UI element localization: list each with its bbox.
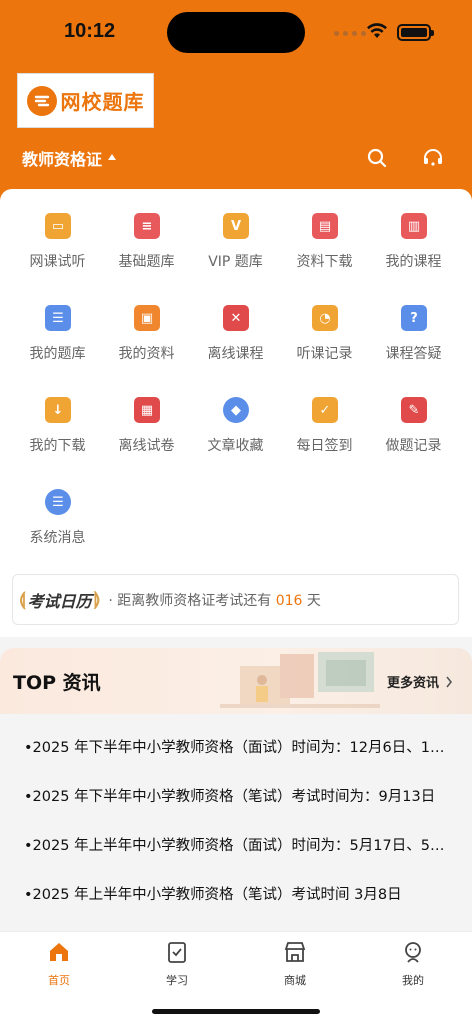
status-time: 10:12 — [64, 20, 116, 42]
menu-item-label: 离线课程 — [207, 346, 264, 362]
menu-item[interactable]: ☰ 我的题库 — [13, 305, 102, 385]
menu-item-label: 我的下载 — [29, 438, 86, 454]
menu-item[interactable]: ▤ 资料下载 — [280, 213, 369, 293]
pencil-record-icon: ✎ — [401, 397, 427, 423]
menu-item-label: 系统消息 — [29, 530, 86, 546]
news-list: •2025 年下半年中小学教师资格（面试）时间为：12月6日、12月7日 •20… — [0, 714, 472, 930]
battery-icon — [397, 24, 434, 41]
home-icon — [50, 943, 68, 961]
list-icon: ☰ — [45, 305, 71, 331]
tab-mine-label: 我的 — [402, 974, 424, 987]
news-title: TOP 资讯 — [13, 672, 101, 694]
menu-item[interactable]: ▣ 我的资料 — [102, 305, 191, 385]
certificate-label: 教师资格证 — [22, 150, 103, 169]
menu-item[interactable]: ◆ 文章收藏 — [191, 397, 280, 477]
menu-item[interactable]: ✕ 离线课程 — [191, 305, 280, 385]
download-icon: ↓ — [45, 397, 71, 423]
menu-item[interactable]: ✓ 每日签到 — [280, 397, 369, 477]
message-icon: ☰ — [45, 489, 71, 515]
calendar-check-icon: ✓ — [312, 397, 338, 423]
shop-icon — [284, 942, 306, 962]
news-illustration — [220, 652, 380, 708]
open-book-icon: ▥ — [401, 213, 427, 239]
dynamic-island — [167, 12, 305, 53]
menu-item-label: 听课记录 — [296, 346, 353, 362]
news-item[interactable]: •2025 年下半年中小学教师资格（笔试）考试时间为：9月13日 — [24, 785, 452, 806]
news-item[interactable]: •2025 年下半年中小学教师资格（面试）时间为：12月6日、12月7日 — [24, 736, 452, 757]
menu-item-label: 离线试卷 — [118, 438, 175, 454]
menu-item-label: 文章收藏 — [207, 438, 264, 454]
exam-calendar-bar[interactable]: ⟬ 考试日历 ⟭ · 距离教师资格证考试还有 016 天 — [12, 574, 459, 625]
wifi-icon — [367, 23, 387, 38]
search-icon[interactable] — [365, 146, 389, 170]
paper-icon: ▦ — [134, 397, 160, 423]
certificate-selector[interactable]: 教师资格证 — [22, 146, 117, 170]
news-item[interactable]: •2025 年上半年中小学教师资格（笔试）考试时间 3月8日 — [24, 883, 452, 904]
menu-item-label: 做题记录 — [385, 438, 442, 454]
menu-item-label: 我的题库 — [29, 346, 86, 362]
tab-shop-label: 商城 — [284, 974, 306, 987]
menu-item[interactable]: ▦ 离线试卷 — [102, 397, 191, 477]
more-news-label: 更多资讯 — [387, 676, 440, 691]
exam-countdown: · 距离教师资格证考试还有 016 天 — [108, 590, 321, 610]
books-icon: ≡ — [134, 213, 160, 239]
news-item[interactable]: •2025 年上半年中小学教师资格（面试）时间为：5月17日、5月18日 — [24, 834, 452, 855]
user-icon — [405, 942, 421, 963]
menu-item-label: 网课试听 — [29, 254, 86, 270]
menu-item[interactable]: ▭ 网课试听 — [13, 213, 102, 293]
laurel-left-icon: ⟬ — [19, 589, 26, 610]
home-indicator — [152, 1009, 320, 1014]
tray-icon: ▤ — [312, 213, 338, 239]
exam-countdown-prefix: · 距离教师资格证考试还有 — [108, 592, 276, 609]
clipboard-check-icon — [168, 942, 186, 963]
caret-up-icon — [108, 153, 117, 160]
signal-dots-icon — [334, 31, 366, 36]
cube-icon: ◆ — [223, 397, 249, 423]
menu-item[interactable]: V VIP 题库 — [191, 213, 280, 293]
tab-home[interactable]: 首页 — [0, 940, 118, 992]
logo-mark-icon — [26, 85, 57, 116]
menu-item[interactable]: ↓ 我的下载 — [13, 397, 102, 477]
menu-item-label: VIP 题库 — [208, 254, 263, 270]
menu-item[interactable]: ✎ 做题记录 — [369, 397, 458, 477]
menu-item-label: 每日签到 — [296, 438, 353, 454]
tab-study-label: 学习 — [166, 974, 188, 987]
menu-item[interactable]: ≡ 基础题库 — [102, 213, 191, 293]
monitor-icon: ▭ — [45, 213, 71, 239]
menu-item[interactable]: ? 课程答疑 — [369, 305, 458, 385]
menu-item-label: 资料下载 — [296, 254, 353, 270]
screen-x-icon: ✕ — [223, 305, 249, 331]
logo-text: 网校题库 — [60, 90, 145, 114]
news-header: TOP 资讯 更多资讯 — [0, 648, 472, 714]
question-icon: ? — [401, 305, 427, 331]
menu-item-label: 我的资料 — [118, 346, 175, 362]
exam-calendar-title: 考试日历 — [27, 591, 92, 611]
tab-home-label: 首页 — [48, 974, 70, 987]
menu-item[interactable]: ◔ 听课记录 — [280, 305, 369, 385]
app-logo: 网校题库 — [17, 73, 154, 128]
exam-countdown-days: 016 — [275, 592, 303, 609]
tab-shop[interactable]: 商城 — [236, 940, 354, 992]
vip-book-icon: V — [223, 213, 249, 239]
exam-countdown-suffix: 天 — [302, 592, 321, 609]
headset-icon[interactable] — [421, 146, 445, 170]
status-bar: 10:12 — [0, 0, 472, 60]
exam-calendar-badge: ⟬ 考试日历 ⟭ — [19, 588, 100, 612]
menu-item[interactable]: ☰ 系统消息 — [13, 489, 102, 569]
laurel-right-icon: ⟭ — [93, 589, 101, 610]
menu-item-label: 基础题库 — [118, 254, 175, 270]
tab-study[interactable]: 学习 — [118, 940, 236, 992]
clock-doc-icon: ◔ — [312, 305, 338, 331]
more-news-link[interactable]: 更多资讯 — [387, 672, 453, 691]
menu-item[interactable]: ▥ 我的课程 — [369, 213, 458, 293]
menu-item-label: 我的课程 — [385, 254, 442, 270]
tab-mine[interactable]: 我的 — [354, 940, 472, 992]
doc-person-icon: ▣ — [134, 305, 160, 331]
app-header: 10:12 网校题库 教师资格证 — [0, 0, 472, 215]
chevron-right-icon — [446, 676, 453, 687]
menu-item-label: 课程答疑 — [385, 346, 442, 362]
